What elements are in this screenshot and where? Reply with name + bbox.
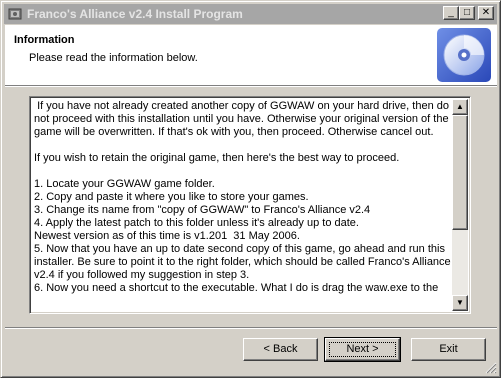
scroll-down-button[interactable]: ▼ (452, 295, 468, 311)
resize-grip-icon[interactable] (485, 362, 497, 374)
exit-button[interactable]: Exit (411, 338, 486, 361)
installer-app-icon (8, 8, 22, 20)
arrow-up-icon: ▲ (456, 102, 464, 111)
installer-window: Franco's Alliance v2.4 Install Program _… (0, 0, 501, 378)
close-button[interactable]: ✕ (478, 6, 494, 20)
next-button[interactable]: Next > (324, 337, 401, 362)
cd-disc-icon (437, 28, 491, 82)
window-title: Franco's Alliance v2.4 Install Program (27, 7, 243, 21)
header-divider (5, 85, 497, 87)
title-bar[interactable]: Franco's Alliance v2.4 Install Program _… (4, 4, 497, 24)
maximize-button[interactable]: □ (459, 6, 475, 20)
footer-divider (5, 327, 497, 329)
minimize-icon: _ (448, 7, 454, 18)
minimize-button[interactable]: _ (443, 6, 459, 20)
information-text: If you have not already created another … (34, 100, 451, 294)
page-title: Information (14, 34, 75, 46)
header-panel: Information Please read the information … (5, 25, 497, 85)
close-icon: ✕ (481, 7, 491, 18)
scroll-up-button[interactable]: ▲ (452, 99, 468, 115)
arrow-down-icon: ▼ (456, 298, 464, 307)
page-subtitle: Please read the information below. (29, 52, 198, 64)
back-button[interactable]: < Back (243, 338, 318, 361)
information-textbox[interactable]: If you have not already created another … (29, 96, 471, 314)
maximize-icon: □ (463, 7, 471, 18)
scroll-thumb[interactable] (452, 115, 468, 230)
vertical-scrollbar[interactable]: ▲ ▼ (452, 99, 468, 311)
